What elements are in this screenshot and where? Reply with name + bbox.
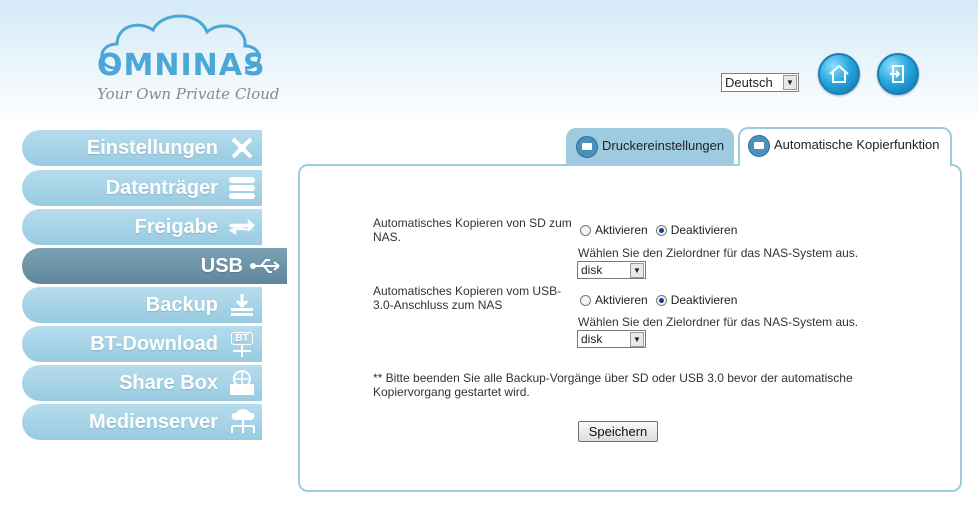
- save-button[interactable]: Speichern: [578, 421, 658, 442]
- usb-copy-label: Automatisches Kopieren vom USB-3.0-Ansch…: [373, 284, 562, 312]
- sd-disable-radio[interactable]: [655, 224, 667, 236]
- logout-icon: [890, 65, 904, 83]
- sidebar-item-einstellungen[interactable]: Einstellungen: [22, 130, 262, 166]
- usb-disable-radio[interactable]: [655, 294, 667, 306]
- sidebar-item-label: Datenträger: [105, 177, 218, 199]
- sidebar-item-share-box[interactable]: Share Box: [22, 365, 262, 401]
- printer-icon: [576, 136, 598, 158]
- sidebar-item-label: Share Box: [119, 372, 218, 394]
- logout-button[interactable]: [877, 53, 919, 95]
- chevron-down-icon[interactable]: ▼: [630, 332, 644, 347]
- sidebar-item-medienserver[interactable]: Medienserver: [22, 404, 262, 440]
- sharebox-icon: [228, 370, 256, 396]
- usb-disable-label: Deaktivieren: [670, 293, 738, 307]
- sd-folder-hint: Wählen Sie den Zielordner für das NAS-Sy…: [578, 246, 859, 260]
- sidebar-item-label: Einstellungen: [86, 137, 218, 159]
- tab-druckereinstellungen[interactable]: Druckereinstellungen: [566, 128, 734, 164]
- sidebar-item-label: USB: [200, 255, 243, 277]
- logo-wordmark: OMNINAS: [97, 48, 266, 83]
- sidebar-item-backup[interactable]: Backup: [22, 287, 262, 323]
- bt-badge: BT: [231, 331, 253, 345]
- usb-icon: [249, 253, 283, 279]
- disk-stack-icon: [228, 175, 256, 201]
- tab-automatische-kopierfunktion[interactable]: Automatische Kopierfunktion: [738, 127, 952, 166]
- sd-folder-select[interactable]: disk ▼: [577, 261, 646, 279]
- chevron-down-icon[interactable]: ▼: [630, 263, 644, 278]
- usb-enable-radio[interactable]: [580, 294, 591, 306]
- tab-label: Automatische Kopierfunktion: [774, 137, 940, 152]
- backup-note: ** Bitte beenden Sie alle Backup-Vorgäng…: [373, 371, 853, 399]
- sidebar-item-label: Medienserver: [89, 411, 218, 433]
- omninas-logo: OMNINAS Your Own Private Cloud: [95, 10, 280, 103]
- sidebar-item-label: Freigabe: [134, 216, 218, 238]
- tools-icon: [228, 135, 256, 161]
- home-icon: [829, 64, 849, 83]
- sidebar-item-usb[interactable]: USB: [22, 248, 287, 284]
- sidebar-item-freigabe[interactable]: Freigabe: [22, 209, 262, 245]
- sd-enable-radio[interactable]: [580, 224, 591, 236]
- sidebar-item-label: Backup: [145, 294, 218, 316]
- usb-folder-value: disk: [581, 332, 603, 346]
- language-value: Deutsch: [725, 75, 773, 90]
- tab-label: Druckereinstellungen: [602, 138, 725, 153]
- sidebar-item-datentraeger[interactable]: Datenträger: [22, 170, 262, 206]
- sd-copy-radio-group: Aktivieren Deaktivieren: [580, 223, 745, 237]
- sd-folder-value: disk: [581, 263, 603, 277]
- backup-icon: [228, 292, 256, 318]
- sidebar-item-label: BT-Download: [90, 333, 218, 355]
- sd-disable-label: Deaktivieren: [670, 223, 738, 237]
- usb-folder-hint: Wählen Sie den Zielordner für das NAS-Sy…: [578, 315, 859, 329]
- share-arrows-icon: [228, 214, 256, 240]
- logo-tagline: Your Own Private Cloud: [97, 85, 280, 103]
- home-button[interactable]: [818, 53, 860, 95]
- sd-enable-label: Aktivieren: [595, 223, 648, 237]
- sidebar-item-bt-download[interactable]: BT-Download BT: [22, 326, 262, 362]
- language-select[interactable]: Deutsch ▼: [721, 73, 799, 92]
- bt-icon: BT: [228, 331, 256, 357]
- usb-enable-label: Aktivieren: [595, 293, 648, 307]
- chevron-down-icon[interactable]: ▼: [783, 75, 797, 90]
- copy-icon: [748, 135, 770, 157]
- usb-copy-radio-group: Aktivieren Deaktivieren: [580, 293, 745, 307]
- usb-folder-select[interactable]: disk ▼: [577, 330, 646, 348]
- sd-copy-label: Automatisches Kopieren von SD zum NAS.: [373, 216, 572, 244]
- media-server-icon: [226, 409, 260, 435]
